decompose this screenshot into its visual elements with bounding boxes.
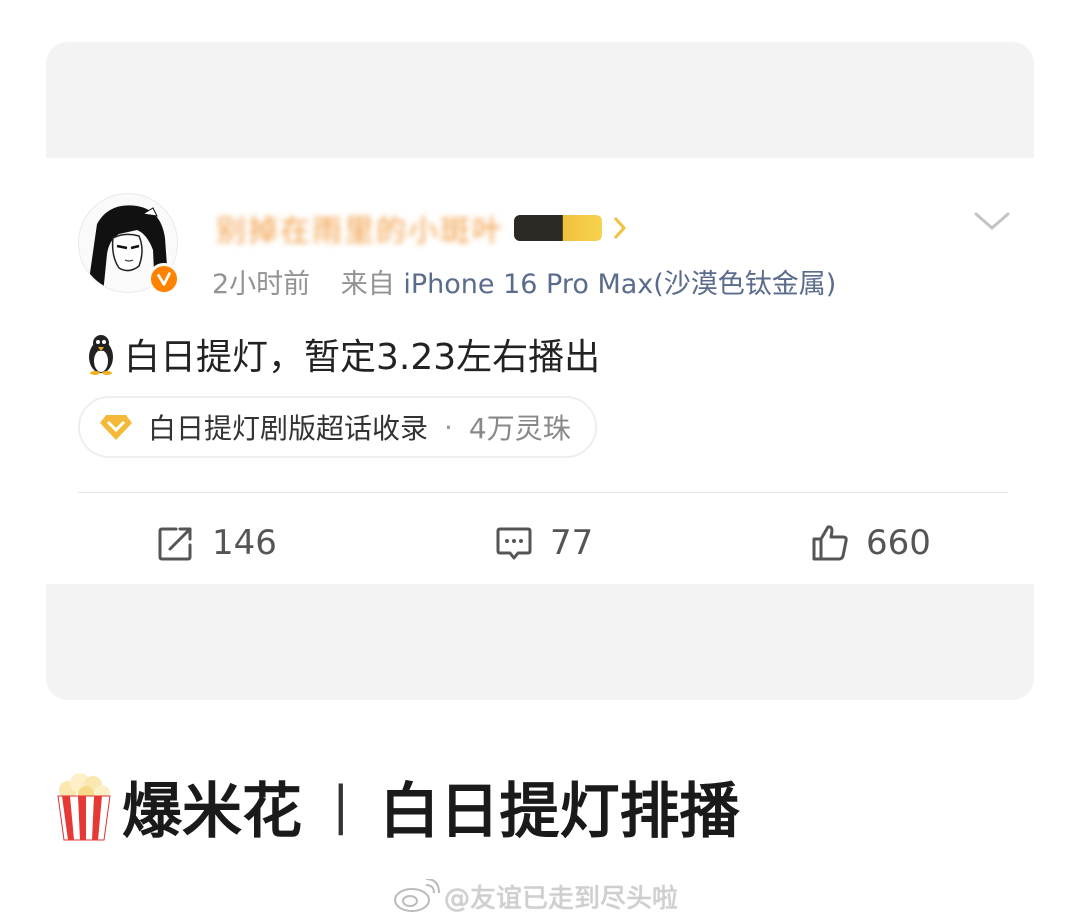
- weibo-card-screenshot: 别掉在雨里的小斑叶 2小时前 来自 iPhone 16 Pro Max(沙漠色钛…: [46, 42, 1034, 700]
- post-meta: 2小时前 来自 iPhone 16 Pro Max(沙漠色钛金属): [212, 262, 836, 301]
- repost-icon: [158, 527, 192, 561]
- weibo-post[interactable]: 别掉在雨里的小斑叶 2小时前 来自 iPhone 16 Pro Max(沙漠色钛…: [46, 158, 1034, 584]
- supertopic-name: 白日提灯剧版超话收录: [148, 412, 429, 445]
- headline-prefix: 爆米花: [122, 776, 302, 847]
- thumbs-up-icon: [812, 525, 848, 561]
- popcorn-icon: [57, 773, 111, 841]
- member-badge-icon: [514, 215, 602, 241]
- penguin-icon: [89, 335, 113, 375]
- like-button[interactable]: 660: [810, 518, 931, 568]
- chevron-down-icon[interactable]: [972, 206, 1012, 236]
- diamond-icon: [100, 415, 132, 440]
- username-row[interactable]: 别掉在雨里的小斑叶: [216, 206, 756, 250]
- weibo-logo-icon: [394, 879, 440, 912]
- member-arrow-icon: [613, 216, 627, 240]
- watermark: @友谊已走到尽头啦: [392, 876, 678, 916]
- verified-badge-icon: [148, 263, 180, 295]
- headline-title: 白日提灯排播: [379, 776, 740, 847]
- device-source[interactable]: iPhone 16 Pro Max(沙漠色钛金属): [403, 269, 836, 300]
- post-time: 2小时前: [212, 269, 311, 300]
- comment-button[interactable]: 77: [494, 518, 593, 568]
- post-text: 白日提灯，暂定3.23左右播出: [124, 337, 601, 378]
- source-prefix: 来自: [340, 269, 395, 300]
- watermark-text: @友谊已走到尽头啦: [444, 883, 679, 914]
- supertopic-chip[interactable]: 白日提灯剧版超话收录 · 4万灵珠: [78, 396, 597, 458]
- username[interactable]: 别掉在雨里的小斑叶: [216, 206, 504, 250]
- supertopic-separator: ·: [444, 410, 453, 444]
- like-count: 660: [866, 523, 931, 563]
- headline-separator: |: [332, 776, 350, 836]
- repost-button[interactable]: 146: [156, 518, 277, 568]
- comment-count: 77: [550, 523, 594, 563]
- repost-count: 146: [212, 523, 277, 563]
- headline: 爆米花 | 白日提灯排播: [50, 768, 740, 847]
- supertopic-count: 4万灵珠: [468, 412, 571, 445]
- comment-icon: [496, 527, 532, 560]
- post-text-row: 白日提灯，暂定3.23左右播出: [84, 328, 600, 380]
- divider: [78, 492, 1008, 493]
